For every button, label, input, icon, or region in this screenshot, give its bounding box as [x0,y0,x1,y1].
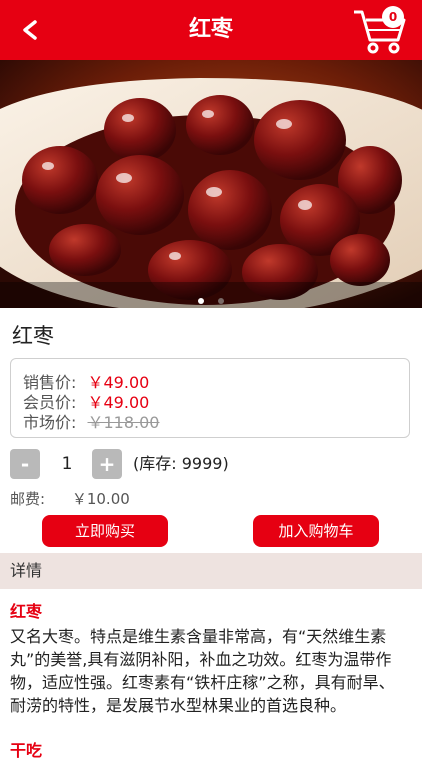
product-photo [0,60,422,308]
market-price-label: 市场价: [23,413,77,432]
product-name: 红枣 [12,324,54,348]
cart-button[interactable]: 0 [352,4,410,56]
tab-details[interactable]: 详情 [10,553,42,589]
quantity-decrease-button[interactable]: - [10,449,40,479]
cart-count-badge: 0 [382,6,404,28]
quantity-increase-button[interactable]: + [92,449,122,479]
shipping-fee: 邮费: ￥10.00 [10,488,130,510]
carousel-indicator [0,289,422,304]
market-price-value: ￥118.00 [87,413,160,432]
shipping-label: 邮费: [10,490,46,508]
add-to-cart-button[interactable]: 加入购物车 [253,515,379,547]
price-box: 销售价: ￥49.00 会员价: ￥49.00 市场价: ￥118.00 [10,358,410,438]
market-price-row: 市场价: ￥118.00 [23,409,160,433]
top-bar: 红枣 0 [0,0,422,60]
carousel-dot[interactable] [217,298,224,304]
details-section-title-2: 干吃 [10,741,43,760]
buy-now-button[interactable]: 立即购买 [42,515,168,547]
shipping-value: ￥10.00 [71,490,130,508]
details-section-title: 红枣 [10,602,43,621]
product-image-carousel[interactable] [0,60,422,308]
details-description: 又名大枣。特点是维生素含量非常高，有“天然维生素丸”的美誉,具有滋阴补阳，补血之… [10,627,395,715]
stock-text: (库存: 9999) [133,454,229,473]
details-tab-bar: 详情 [0,553,422,589]
quantity-value[interactable]: 1 [56,452,78,476]
